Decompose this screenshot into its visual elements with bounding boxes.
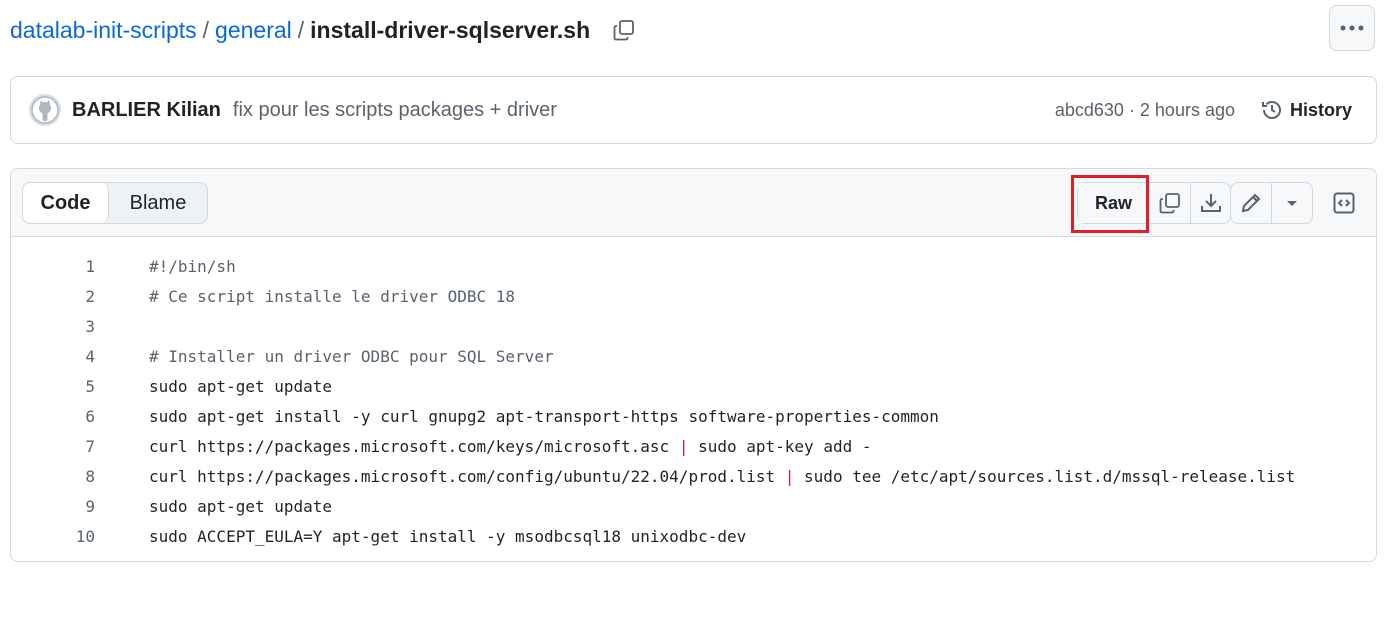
line-text: sudo ACCEPT_EULA=Y apt-get install -y ms… <box>149 526 747 546</box>
download-raw-button[interactable] <box>1190 183 1230 223</box>
raw-label: Raw <box>1094 192 1132 213</box>
triangle-down-icon <box>1287 201 1297 206</box>
code-segment: curl https://packages.microsoft.com/conf… <box>149 466 785 486</box>
edit-actions-group <box>1230 182 1313 224</box>
raw-actions-group: Raw <box>1071 175 1231 233</box>
symbols-panel-button[interactable] <box>1323 182 1365 224</box>
line-text: sudo apt-get install -y curl gnupg2 apt-… <box>149 406 939 426</box>
line-number[interactable]: 10 <box>11 527 95 546</box>
breadcrumb-separator: / <box>297 16 305 43</box>
breadcrumb-separator: / <box>202 16 210 43</box>
pipe-operator: | <box>678 436 689 456</box>
edit-dropdown-button[interactable] <box>1272 183 1312 223</box>
line-number[interactable]: 1 <box>11 257 95 276</box>
code-line: 9 sudo apt-get update <box>11 491 1376 521</box>
line-text: curl https://packages.microsoft.com/keys… <box>149 437 871 456</box>
copy-icon <box>613 20 635 41</box>
view-mode-toggle: Code Blame <box>22 182 208 224</box>
line-text: # Installer un driver ODBC pour SQL Serv… <box>149 346 554 366</box>
code-line: 1 #!/bin/sh <box>11 251 1376 281</box>
copy-path-button[interactable] <box>610 16 638 44</box>
line-number[interactable]: 4 <box>11 347 95 366</box>
pipe-operator: | <box>784 466 795 486</box>
avatar[interactable] <box>29 94 61 126</box>
download-icon <box>1200 194 1221 212</box>
line-number[interactable]: 6 <box>11 407 95 426</box>
history-label: History <box>1289 99 1352 120</box>
file-header: Code Blame Raw <box>11 169 1376 237</box>
code-segment: sudo apt-key add - <box>688 436 872 456</box>
code-line: 3 <box>11 311 1376 341</box>
line-text: # Ce script installe le driver ODBC 18 <box>149 286 516 306</box>
history-icon <box>1261 101 1281 119</box>
pencil-icon <box>1241 193 1261 213</box>
line-text: curl https://packages.microsoft.com/conf… <box>149 467 1295 486</box>
code-content: 1 #!/bin/sh 2 # Ce script installe le dr… <box>11 237 1376 551</box>
kebab-horizontal-icon <box>1340 25 1364 31</box>
code-line: 2 # Ce script installe le driver ODBC 18 <box>11 281 1376 311</box>
line-number[interactable]: 3 <box>11 317 95 336</box>
code-line: 7 curl https://packages.microsoft.com/ke… <box>11 431 1376 461</box>
breadcrumb: datalab-init-scripts / general / install… <box>10 12 638 48</box>
file-viewer: Code Blame Raw 1 #!/bin/sh 2 # Ce script… <box>10 168 1377 562</box>
code-line: 10 sudo ACCEPT_EULA=Y apt-get install -y… <box>11 521 1376 551</box>
code-line: 6 sudo apt-get install -y curl gnupg2 ap… <box>11 401 1376 431</box>
commit-message[interactable]: fix pour les scripts packages + driver <box>233 99 557 122</box>
tab-code[interactable]: Code <box>23 183 109 223</box>
code-segment: sudo tee /etc/apt/sources.list.d/mssql-r… <box>794 466 1296 486</box>
breadcrumb-repo-link[interactable]: datalab-init-scripts <box>10 17 197 44</box>
edit-file-button[interactable] <box>1231 183 1272 223</box>
code-segment: curl https://packages.microsoft.com/keys… <box>149 436 679 456</box>
code-square-icon <box>1333 192 1355 214</box>
tab-blame[interactable]: Blame <box>109 183 207 223</box>
line-number[interactable]: 5 <box>11 377 95 396</box>
copy-raw-button[interactable] <box>1150 183 1190 223</box>
more-options-button[interactable] <box>1329 5 1375 51</box>
raw-button[interactable]: Raw <box>1071 175 1150 233</box>
latest-commit-box: BARLIER Kilian fix pour les scripts pack… <box>10 76 1377 144</box>
code-line: 5 sudo apt-get update <box>11 371 1376 401</box>
line-text: #!/bin/sh <box>149 256 236 276</box>
line-text: sudo apt-get update <box>149 496 333 516</box>
code-line: 8 curl https://packages.microsoft.com/co… <box>11 461 1376 491</box>
line-number[interactable]: 9 <box>11 497 95 516</box>
line-number[interactable]: 7 <box>11 437 95 456</box>
line-number[interactable]: 8 <box>11 467 95 486</box>
code-line: 4 # Installer un driver ODBC pour SQL Se… <box>11 341 1376 371</box>
breadcrumb-file-name: install-driver-sqlserver.sh <box>310 16 591 43</box>
breadcrumb-folder-link[interactable]: general <box>215 17 292 44</box>
commit-author[interactable]: BARLIER Kilian <box>72 99 221 122</box>
commit-hash-time[interactable]: abcd630 · 2 hours ago <box>1055 100 1235 121</box>
line-number[interactable]: 2 <box>11 287 95 306</box>
history-button[interactable]: History <box>1260 98 1352 122</box>
copy-icon <box>1159 193 1180 214</box>
github-mark-icon <box>31 96 59 124</box>
line-text: sudo apt-get update <box>149 376 333 396</box>
